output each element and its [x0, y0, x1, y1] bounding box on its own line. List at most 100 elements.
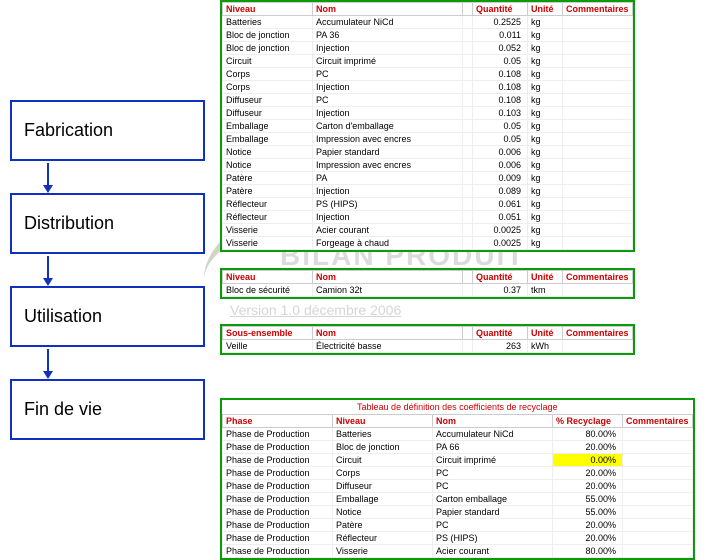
cell: Circuit imprimé: [313, 55, 463, 68]
cell: PC: [313, 68, 463, 81]
cell: kg: [528, 120, 563, 133]
cell: [563, 68, 633, 81]
cell: Emballage: [333, 493, 433, 506]
cell: kg: [528, 68, 563, 81]
cell: Forgeage à chaud: [313, 237, 463, 250]
cell: 20.00%: [553, 480, 623, 493]
cell: 20.00%: [553, 467, 623, 480]
col-header: Unité: [528, 327, 563, 340]
cell: Veille: [223, 340, 313, 353]
cell: Diffuseur: [333, 480, 433, 493]
cell: 0.0025: [473, 237, 528, 250]
cell: [463, 94, 473, 107]
cell: Injection: [313, 42, 463, 55]
cell: kg: [528, 107, 563, 120]
cell: 0.05: [473, 120, 528, 133]
col-header: Quantité: [473, 271, 528, 284]
cell: 0.108: [473, 81, 528, 94]
cell: 0.089: [473, 185, 528, 198]
col-header: [463, 271, 473, 284]
cell: Réflecteur: [223, 198, 313, 211]
cell: Réflecteur: [333, 532, 433, 545]
table-row: PatèrePA0.009kg: [223, 172, 633, 185]
cell: PC: [433, 519, 553, 532]
cell: [623, 506, 693, 519]
cell: [563, 42, 633, 55]
cell: [623, 467, 693, 480]
col-header: Sous-ensemble: [223, 327, 313, 340]
table-row: Bloc de jonctionPA 360.011kg: [223, 29, 633, 42]
table-row: CorpsInjection0.108kg: [223, 81, 633, 94]
cell: [563, 81, 633, 94]
cell: 0.061: [473, 198, 528, 211]
cell: Phase de Production: [223, 428, 333, 441]
cell: 0.051: [473, 211, 528, 224]
cell: Circuit: [223, 55, 313, 68]
phase-utilisation: Utilisation: [10, 286, 205, 347]
cell: kg: [528, 16, 563, 29]
col-header: Niveau: [223, 271, 313, 284]
cell: [563, 159, 633, 172]
col-header: Commentaires: [623, 415, 693, 428]
cell: Visserie: [223, 237, 313, 250]
cell: [463, 159, 473, 172]
cell: Patère: [333, 519, 433, 532]
cell: Acier courant: [313, 224, 463, 237]
cell: kg: [528, 237, 563, 250]
table-row: VeilleÉlectricité basse263kWh: [223, 340, 633, 353]
cell: Phase de Production: [223, 441, 333, 454]
cell: Impression avec encres: [313, 159, 463, 172]
arrow-down-icon: [47, 163, 49, 191]
cell: [563, 198, 633, 211]
cell: Notice: [223, 159, 313, 172]
cell: Phase de Production: [223, 454, 333, 467]
cell: [463, 107, 473, 120]
cell: [463, 42, 473, 55]
cell: Circuit: [333, 454, 433, 467]
cell: 0.006: [473, 146, 528, 159]
cell: PC: [433, 480, 553, 493]
cell: [463, 340, 473, 353]
col-header: Nom: [313, 271, 463, 284]
cell: kg: [528, 94, 563, 107]
phase-label: Fin de vie: [24, 399, 102, 419]
cell: Camion 32t: [313, 284, 463, 297]
table-row: VisserieForgeage à chaud 0.0025kg: [223, 237, 633, 250]
col-header: Quantité: [473, 3, 528, 16]
col-header: Unité: [528, 3, 563, 16]
cell: 0.011: [473, 29, 528, 42]
cell: PS (HIPS): [313, 198, 463, 211]
cell: [563, 94, 633, 107]
cell: Circuit imprimé: [433, 454, 553, 467]
cell: 0.006: [473, 159, 528, 172]
cell: PA: [313, 172, 463, 185]
cell: Phase de Production: [223, 493, 333, 506]
phase-column: Fabrication Distribution Utilisation Fin…: [10, 100, 205, 472]
cell: Accumulateur NiCd: [313, 16, 463, 29]
cell: kg: [528, 55, 563, 68]
table-row: Bloc de sécuritéCamion 32t0.37tkm: [223, 284, 633, 297]
cell: [623, 519, 693, 532]
cell: Emballage: [223, 120, 313, 133]
cell: kg: [528, 133, 563, 146]
cell: Papier standard: [433, 506, 553, 519]
table-row: DiffuseurPC0.108kg: [223, 94, 633, 107]
cell: 20.00%: [553, 519, 623, 532]
cell: 0.00%: [553, 454, 623, 467]
cell: kg: [528, 172, 563, 185]
table-row: Phase de ProductionBloc de jonctionPA 66…: [223, 441, 693, 454]
cell: 0.108: [473, 68, 528, 81]
col-header: % Recyclage: [553, 415, 623, 428]
cell: [563, 16, 633, 29]
cell: [563, 133, 633, 146]
cell: [623, 428, 693, 441]
arrow-down-icon: [47, 349, 49, 377]
logo-version: Version 1.0 décembre 2006: [230, 302, 600, 318]
table-fabrication: NiveauNomQuantitéUnitéCommentairesBatter…: [220, 0, 635, 252]
col-header: Commentaires: [563, 327, 633, 340]
cell: Injection: [313, 185, 463, 198]
cell: Bloc de jonction: [333, 441, 433, 454]
col-header: [463, 3, 473, 16]
col-header: Commentaires: [563, 3, 633, 16]
cell: 0.05: [473, 55, 528, 68]
